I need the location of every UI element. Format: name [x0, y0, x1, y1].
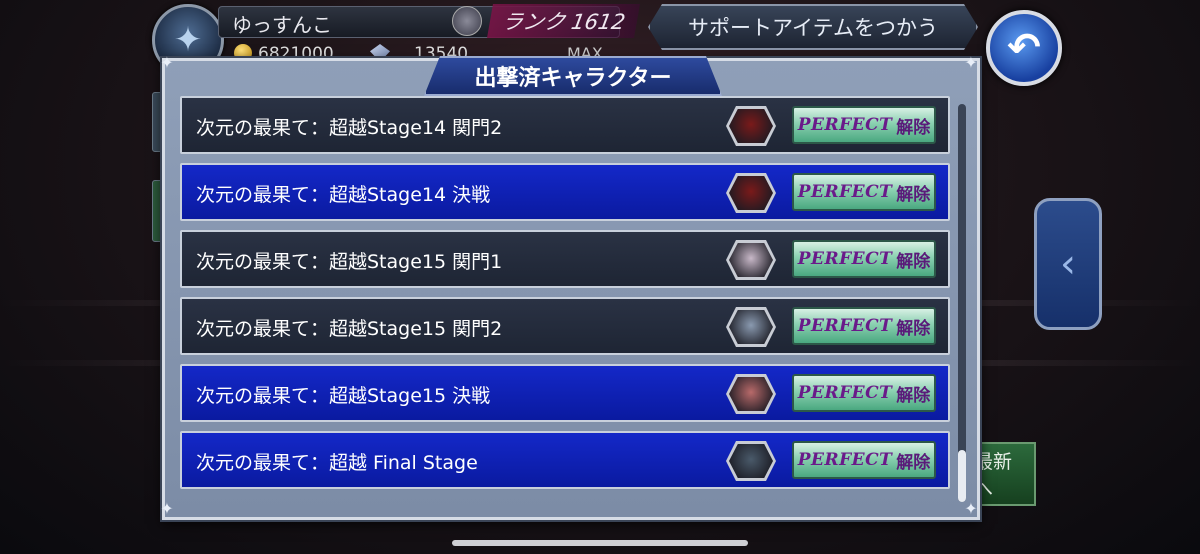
perfect-label: PERFECT [797, 249, 893, 269]
perfect-release-button[interactable]: PERFECT 解除 [792, 441, 936, 479]
stage-name: 次元の最果て：超越 Final Stage [196, 452, 478, 474]
character-portrait-icon [726, 106, 776, 146]
release-label: 解除 [896, 251, 931, 272]
back-icon[interactable]: ↶ [986, 10, 1062, 86]
latest-button[interactable]: 最新へ [972, 442, 1036, 506]
perfect-label: PERFECT [797, 383, 893, 403]
stage-name: 次元の最果て：超越Stage15 関門2 [196, 318, 503, 340]
perfect-label: PERFECT [797, 450, 893, 470]
character-portrait-icon [726, 307, 776, 347]
stage-name: 次元の最果て：超越Stage15 決戦 [196, 385, 491, 407]
character-portrait-icon [726, 173, 776, 213]
stage-row: 次元の最果て：超越Stage14 決戦 PERFECT 解除 [180, 163, 950, 221]
stage-row: 次元の最果て：超越Stage15 関門1 PERFECT 解除 [180, 230, 950, 288]
perfect-release-button[interactable]: PERFECT 解除 [792, 173, 936, 211]
release-label: 解除 [896, 184, 931, 205]
home-indicator[interactable] [452, 540, 748, 546]
stage-row: 次元の最果て：超越Stage14 関門2 PERFECT 解除 [180, 96, 950, 154]
rank-emblem-icon [452, 6, 482, 36]
character-portrait-icon [726, 240, 776, 280]
character-portrait-icon [726, 441, 776, 481]
perfect-label: PERFECT [797, 316, 893, 336]
stage-row: 次元の最果て：超越 Final Stage PERFECT 解除 [180, 431, 950, 489]
dialog-title: 出撃済キャラクター [424, 56, 722, 96]
character-portrait-icon [726, 374, 776, 414]
perfect-release-button[interactable]: PERFECT 解除 [792, 307, 936, 345]
perfect-release-button[interactable]: PERFECT 解除 [792, 374, 936, 412]
player-rank: ランク 1612 [487, 4, 641, 38]
stage-name: 次元の最果て：超越Stage14 決戦 [196, 184, 491, 206]
perfect-label: PERFECT [797, 182, 893, 202]
release-label: 解除 [896, 318, 931, 339]
side-panel-toggle-arrow-icon[interactable]: ‹ [1034, 198, 1102, 330]
scrollbar-thumb[interactable] [958, 450, 966, 502]
corner-ornament-icon: ✦ [964, 53, 978, 72]
corner-ornament-icon: ✦ [964, 499, 978, 518]
perfect-release-button[interactable]: PERFECT 解除 [792, 240, 936, 278]
use-support-item-button[interactable]: サポートアイテムをつかう [648, 4, 978, 50]
stage-name: 次元の最果て：超越Stage15 関門1 [196, 251, 503, 273]
perfect-label: PERFECT [797, 115, 893, 135]
player-name: ゆっすんこ [232, 13, 332, 37]
release-label: 解除 [896, 385, 931, 406]
stage-row: 次元の最果て：超越Stage15 関門2 PERFECT 解除 [180, 297, 950, 355]
corner-ornament-icon: ✦ [160, 53, 174, 72]
stage-row: 次元の最果て：超越Stage15 決戦 PERFECT 解除 [180, 364, 950, 422]
corner-ornament-icon: ✦ [160, 499, 174, 518]
release-label: 解除 [896, 117, 931, 138]
perfect-release-button[interactable]: PERFECT 解除 [792, 106, 936, 144]
list-scrollbar[interactable] [958, 104, 966, 502]
release-label: 解除 [896, 452, 931, 473]
stage-name: 次元の最果て：超越Stage14 関門2 [196, 117, 503, 139]
